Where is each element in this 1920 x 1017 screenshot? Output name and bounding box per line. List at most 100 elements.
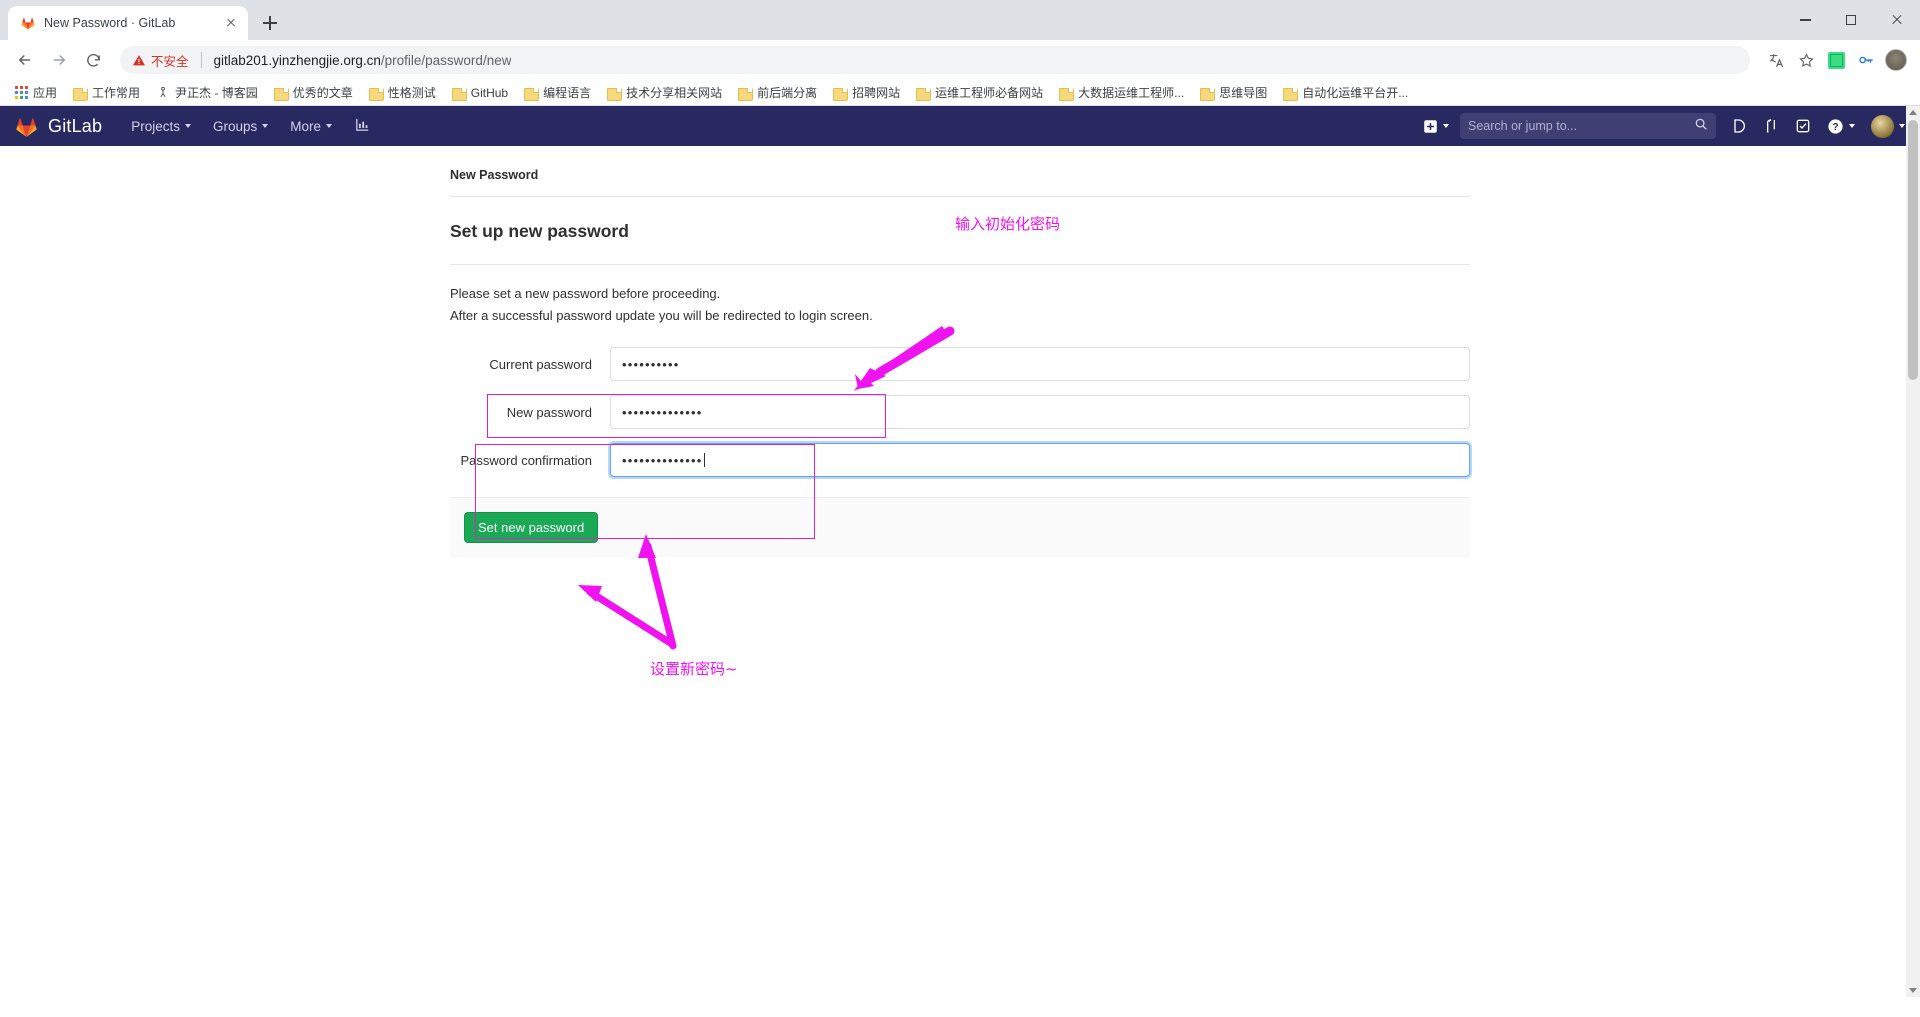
security-status[interactable]: 不安全 [132, 51, 189, 70]
bookmark-label: 招聘网站 [852, 86, 901, 100]
page-title: Set up new password [450, 221, 629, 241]
scroll-up-icon[interactable] [1909, 110, 1917, 115]
profile-avatar-icon[interactable] [1882, 46, 1910, 74]
folder-icon [833, 87, 849, 101]
nav-item-analytics[interactable] [343, 106, 382, 146]
folder-icon [451, 87, 467, 101]
bookmark-folder[interactable]: 编程语言 [517, 81, 598, 104]
bookmark-folder[interactable]: 招聘网站 [826, 81, 907, 104]
issues-icon[interactable] [1724, 106, 1754, 146]
field-row-current-password: Current password •••••••••• [450, 345, 1470, 383]
bookmark-label: 性格测试 [387, 86, 436, 100]
user-avatar-icon[interactable] [1864, 106, 1912, 146]
browser-tab[interactable]: New Password · GitLab [8, 6, 248, 40]
bookmark-folder[interactable]: 运维工程师必备网站 [909, 81, 1050, 104]
bookmark-folder[interactable]: 前后端分离 [731, 81, 824, 104]
bookmark-folder[interactable]: 工作常用 [66, 81, 147, 104]
new-password-label: New password [506, 404, 592, 420]
warning-triangle-icon [132, 54, 146, 67]
form-actions: Set new password [450, 497, 1470, 557]
nav-item-label: Projects [131, 118, 181, 134]
search-input[interactable]: Search or jump to... [1460, 113, 1716, 139]
merge-request-icon[interactable] [1756, 106, 1786, 146]
folder-icon [273, 87, 289, 101]
current-password-input[interactable]: •••••••••• [610, 347, 1470, 381]
new-tab-button[interactable] [256, 9, 284, 37]
window-controls [1782, 0, 1920, 40]
bookmark-folder[interactable]: 优秀的文章 [267, 81, 360, 104]
gitlab-navbar: GitLab Projects Groups More Search or ju… [0, 106, 1920, 146]
chevron-down-icon [326, 124, 333, 128]
search-icon [1694, 117, 1708, 136]
bookmark-label: GitHub [470, 85, 509, 100]
maximize-icon[interactable] [1828, 0, 1874, 40]
forward-arrow-icon[interactable] [44, 45, 74, 75]
password-confirmation-value: •••••••••••••• [622, 452, 703, 468]
bookmark-label: 思维导图 [1219, 86, 1268, 100]
nav-item-more[interactable]: More [279, 106, 343, 146]
bookmark-label: 大数据运维工程师... [1078, 86, 1185, 100]
minimize-icon[interactable] [1782, 0, 1828, 40]
plus-square-icon[interactable] [1416, 106, 1456, 146]
url-path: /profile/password/new [380, 52, 512, 68]
folder-icon [1059, 87, 1075, 101]
cnblogs-icon [156, 86, 170, 99]
nav-item-groups[interactable]: Groups [202, 106, 279, 146]
current-password-value: •••••••••• [622, 356, 680, 372]
set-new-password-button[interactable]: Set new password [464, 512, 599, 543]
bookmark-folder[interactable]: 性格测试 [362, 81, 443, 104]
svg-text:?: ? [1832, 122, 1838, 133]
extension-icon[interactable] [1822, 46, 1850, 74]
chevron-down-icon [1899, 124, 1905, 128]
gitlab-favicon [20, 15, 36, 31]
lead-text: Please set a new password before proceed… [450, 265, 1470, 327]
bookmark-folder[interactable]: 自动化运维平台开... [1276, 81, 1415, 104]
translate-icon[interactable] [1762, 46, 1790, 74]
bookmark-folder[interactable]: 思维导图 [1193, 81, 1274, 104]
bookmark-label: 应用 [33, 86, 58, 100]
bookmark-cnblogs[interactable]: 尹正杰 - 博客园 [149, 81, 265, 104]
bookmark-folder[interactable]: 大数据运维工程师... [1052, 81, 1191, 104]
navbar-right: Search or jump to... ? [1416, 106, 1912, 146]
address-bar[interactable]: 不安全 gitlab201.yinzhengjie.org.cn/profile… [120, 46, 1750, 74]
bookmark-folder[interactable]: 技术分享相关网站 [600, 81, 729, 104]
current-password-label: Current password [489, 356, 592, 372]
breadcrumb: New Password [450, 168, 539, 182]
question-circle-icon[interactable]: ? [1820, 106, 1862, 146]
todos-checkbox-icon[interactable] [1788, 106, 1818, 146]
nav-item-projects[interactable]: Projects [120, 106, 202, 146]
new-password-input[interactable]: •••••••••••••• [610, 395, 1470, 429]
gitlab-logo[interactable]: GitLab [14, 114, 120, 139]
scrollbar-thumb[interactable] [1908, 120, 1918, 380]
chevron-down-icon [1849, 124, 1855, 128]
apps-grid-icon [15, 86, 28, 99]
star-icon[interactable] [1792, 46, 1820, 74]
bookmark-folder[interactable]: GitHub [445, 83, 515, 103]
close-icon[interactable] [222, 14, 240, 32]
window-close-icon[interactable] [1874, 0, 1920, 40]
chevron-down-icon [262, 124, 269, 128]
bookmark-label: 优秀的文章 [292, 86, 353, 100]
chevron-down-icon [1443, 124, 1449, 128]
nav-item-label: Groups [213, 118, 258, 134]
key-icon[interactable] [1852, 46, 1880, 74]
url-host: gitlab201.yinzhengjie.org.cn [213, 52, 381, 68]
scroll-down-icon[interactable] [1909, 988, 1917, 993]
folder-icon [73, 87, 89, 101]
password-confirmation-label: Password confirmation [460, 452, 593, 468]
page-scrollbar[interactable] [1906, 106, 1920, 997]
content-container: New Password Set up new password Please … [450, 146, 1470, 678]
field-row-password-confirmation: Password confirmation •••••••••••••• [450, 441, 1470, 479]
field-row-new-password: New password •••••••••••••• [450, 393, 1470, 431]
folder-icon [1283, 87, 1299, 101]
omnibox-divider [200, 52, 202, 68]
password-form: Current password •••••••••• New password… [450, 327, 1470, 557]
back-arrow-icon[interactable] [10, 45, 40, 75]
folder-icon [1200, 87, 1216, 101]
bookmark-apps[interactable]: 应用 [8, 81, 64, 104]
annotation-note-bottom: 设置新密码~ [650, 660, 738, 678]
browser-toolbar: 不安全 gitlab201.yinzhengjie.org.cn/profile… [0, 40, 1920, 80]
nav-item-label: More [290, 118, 322, 134]
password-confirmation-input[interactable]: •••••••••••••• [610, 443, 1470, 477]
reload-icon[interactable] [78, 45, 108, 75]
